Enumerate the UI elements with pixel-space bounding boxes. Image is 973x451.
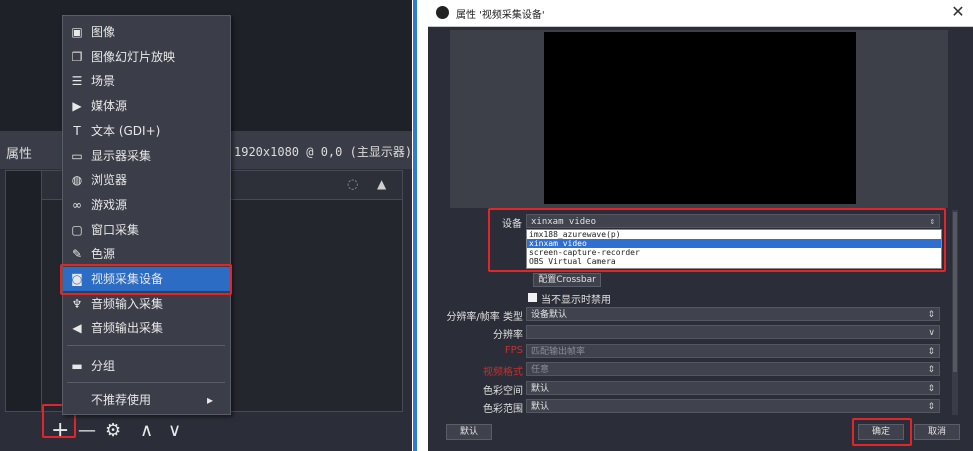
text-icon: T xyxy=(73,123,81,138)
property-label: FPS xyxy=(504,344,523,356)
chevron-updown-icon: ⇕ xyxy=(927,310,935,320)
menu-item-label: 显示器采集 xyxy=(91,148,152,163)
property-value: 任意 xyxy=(531,365,550,376)
move-down-button[interactable]: ∨ xyxy=(168,420,181,442)
crossbar-button[interactable]: 配置Crossbar xyxy=(533,273,601,287)
audio-output-icon: ◀ xyxy=(72,321,82,336)
audio-input-icon: ♆ xyxy=(71,296,83,311)
video-preview xyxy=(544,32,856,204)
property-label: 视频格式 xyxy=(483,367,523,379)
menu-separator xyxy=(67,345,225,346)
add-source-menu: ▣ 图像 ❐ 图像幻灯片放映 ☰ 场景 ▶ 媒体源 T 文本 (GDI+) ▭ 显示器采集 ◍ 浏览器 ∞ 游… xyxy=(60,15,232,415)
property-select[interactable]: 默认 ⇕ xyxy=(526,380,940,395)
video-capture-highlight xyxy=(60,264,232,295)
property-select[interactable]: ∨ xyxy=(526,325,940,340)
property-select[interactable]: 匹配输出帧率 ⇕ xyxy=(526,343,940,358)
dialog-titlebar: 属性 '视频采集设备' ✕ xyxy=(428,0,973,27)
browser-icon: ◍ xyxy=(71,173,83,188)
obs-main-window: 属性 1920x1080 @ 0,0 (主显示器) ◌ ▲ + — ⚙ ∧ ∨ … xyxy=(0,0,412,451)
submenu-arrow-icon: ▸ xyxy=(207,393,214,407)
menu-item-scene[interactable]: ☰ 场景 xyxy=(63,69,230,93)
menu-item-deprecated[interactable]: 不推荐使用 ▸ xyxy=(63,388,230,412)
obs-logo-icon xyxy=(436,6,449,19)
media-source-icon: ▶ xyxy=(72,99,82,114)
slideshow-icon: ❐ xyxy=(71,49,83,64)
game-capture-icon: ∞ xyxy=(72,197,82,212)
property-label: 分辨率/帧率 类型 xyxy=(446,312,523,323)
menu-item-label: 不推荐使用 xyxy=(91,393,152,407)
menu-item-label: 文本 (GDI+) xyxy=(91,123,161,138)
defaults-button[interactable]: 默认 xyxy=(446,424,492,440)
deactivate-label: 当不显示时禁用 xyxy=(541,295,611,306)
menu-item-media-source[interactable]: ▶ 媒体源 xyxy=(63,94,230,118)
divider-bar xyxy=(413,0,417,451)
menu-item-text[interactable]: T 文本 (GDI+) xyxy=(63,119,230,143)
color-source-icon: ✎ xyxy=(71,247,83,262)
menu-item-label: 场景 xyxy=(91,74,116,89)
image-icon: ▣ xyxy=(71,25,83,39)
remove-source-button[interactable]: — xyxy=(78,420,96,442)
ok-button-highlight xyxy=(852,418,912,446)
menu-item-color-source[interactable]: ✎ 色源 xyxy=(63,242,230,266)
close-icon[interactable]: ✕ xyxy=(948,2,968,21)
menu-item-group[interactable]: ▬ 分组 xyxy=(63,354,230,378)
property-label: 色彩范围 xyxy=(483,404,523,415)
move-up-button[interactable]: ∧ xyxy=(140,420,153,442)
source-settings-gear-icon[interactable]: ⚙ xyxy=(105,420,121,442)
lock-icon[interactable]: ▲ xyxy=(377,177,386,191)
dialog-title: 属性 '视频采集设备' xyxy=(456,10,545,21)
menu-item-audio-input[interactable]: ♆ 音频输入采集 xyxy=(63,292,230,316)
deactivate-checkbox[interactable] xyxy=(528,293,537,302)
menu-item-label: 窗口采集 xyxy=(91,222,140,237)
menu-separator xyxy=(67,382,225,383)
resolution-text: 1920x1080 @ 0,0 (主显示器) xyxy=(234,145,412,159)
properties-label[interactable]: 属性 xyxy=(6,143,32,162)
folder-icon: ▬ xyxy=(71,359,83,373)
sources-toolbar: + — ⚙ ∧ ∨ xyxy=(0,404,412,451)
property-label: 色彩空间 xyxy=(483,385,523,397)
cancel-button[interactable]: 取消 xyxy=(914,424,960,440)
menu-item-window-capture[interactable]: ▢ 窗口采集 xyxy=(63,218,230,242)
property-value: 匹配输出帧率 xyxy=(531,346,586,357)
chevron-updown-icon: ⇕ xyxy=(927,346,935,357)
menu-item-label: 浏览器 xyxy=(91,173,128,188)
menu-item-game-capture[interactable]: ∞ 游戏源 xyxy=(63,193,230,217)
property-select[interactable]: 任意 ⇕ xyxy=(526,362,940,377)
menu-item-browser[interactable]: ◍ 浏览器 xyxy=(63,168,230,192)
dialog-button-bar: 默认 确定 取消 xyxy=(428,418,973,451)
scene-icon: ☰ xyxy=(71,74,83,89)
device-highlight xyxy=(488,208,946,272)
property-select[interactable]: 默认 ⇕ xyxy=(526,399,940,413)
properties-dialog: 属性 '视频采集设备' ✕ 设备 xinxam video ⇕ imx188_a… xyxy=(428,0,973,451)
eye-hidden-icon[interactable]: ◌ xyxy=(347,177,358,192)
menu-item-label: 图像 xyxy=(91,25,116,39)
menu-item-label: 游戏源 xyxy=(91,197,128,212)
menu-item-label: 分组 xyxy=(91,359,116,373)
property-value: 默认 xyxy=(531,402,550,412)
chevron-updown-icon: ⇕ xyxy=(927,402,935,412)
menu-item-image[interactable]: ▣ 图像 xyxy=(63,20,230,44)
menu-item-slideshow[interactable]: ❐ 图像幻灯片放映 xyxy=(63,45,230,69)
menu-item-display-capture[interactable]: ▭ 显示器采集 xyxy=(63,144,230,168)
chevron-updown-icon: ⇕ xyxy=(927,365,935,376)
property-select[interactable]: 设备默认 ⇕ xyxy=(526,307,940,321)
menu-item-label: 音频输出采集 xyxy=(91,321,164,336)
scrollbar-thumb[interactable] xyxy=(953,212,957,372)
property-value: 设备默认 xyxy=(531,310,568,320)
menu-item-audio-output[interactable]: ◀ 音频输出采集 xyxy=(63,316,230,340)
chevron-down-icon: ∨ xyxy=(928,328,935,339)
menu-item-label: 色源 xyxy=(91,247,116,262)
property-value: 默认 xyxy=(531,383,550,394)
chevron-updown-icon: ⇕ xyxy=(927,383,935,394)
display-capture-icon: ▭ xyxy=(71,148,83,163)
menu-item-label: 媒体源 xyxy=(91,99,128,114)
menu-item-label: 音频输入采集 xyxy=(91,296,164,311)
property-label: 分辨率 xyxy=(493,330,523,342)
window-capture-icon: ▢ xyxy=(71,222,83,237)
menu-item-label: 图像幻灯片放映 xyxy=(91,49,176,64)
